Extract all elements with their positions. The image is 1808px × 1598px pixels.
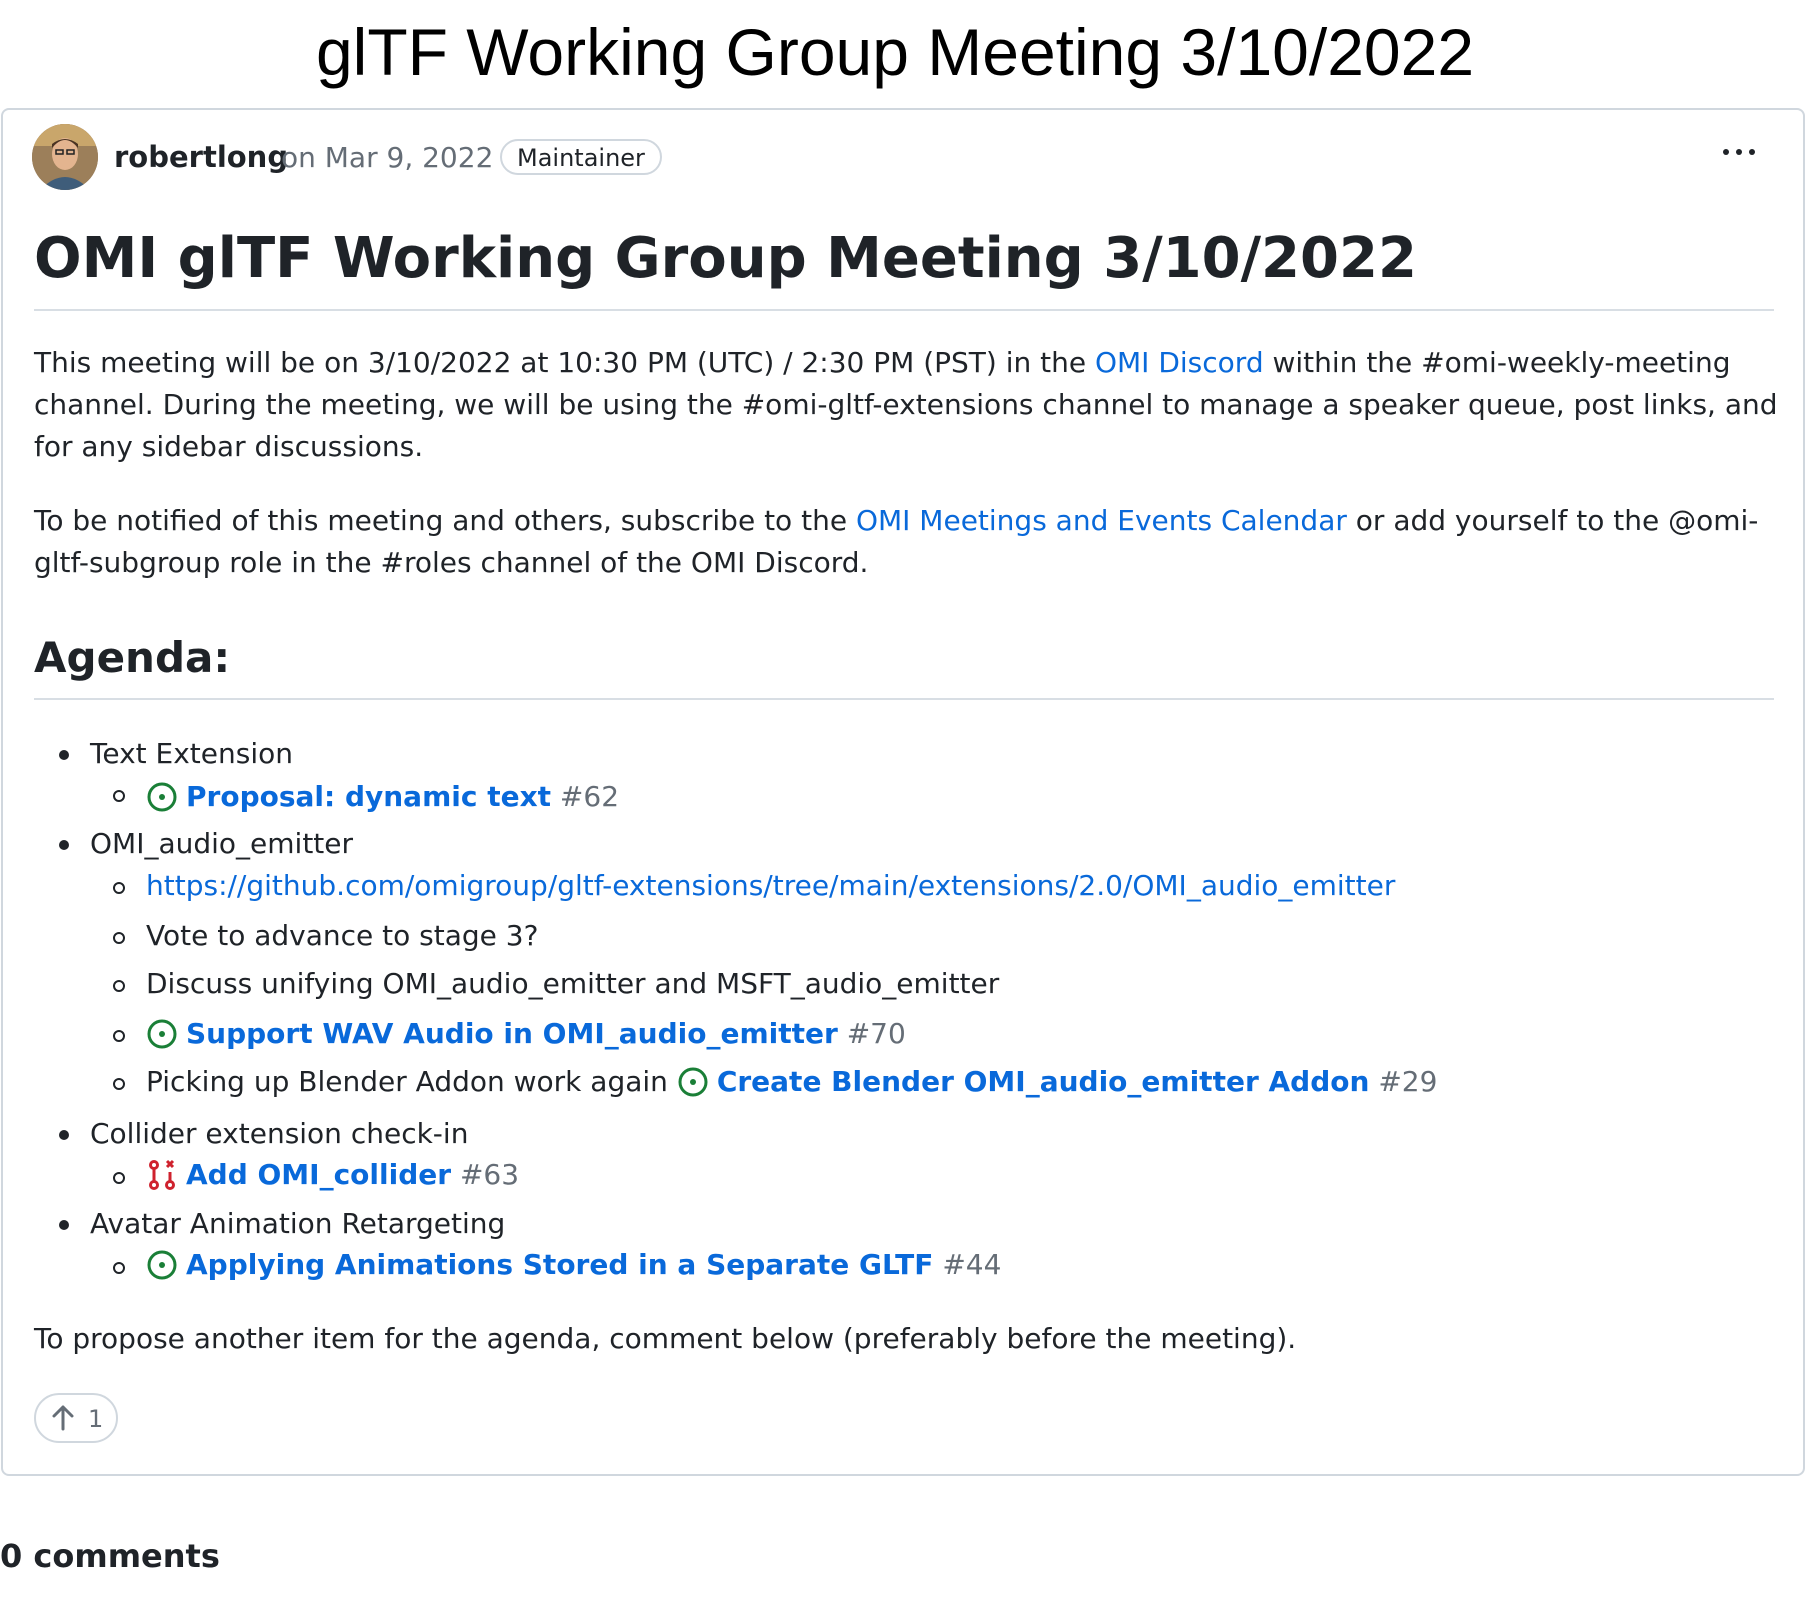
agenda-heading: Agenda:: [34, 633, 231, 682]
agenda-subitem: Vote to advance to stage 3?: [146, 919, 539, 952]
subscribe-paragraph: To be notified of this meeting and other…: [34, 504, 1759, 579]
issue-number: #62: [559, 780, 620, 813]
agenda-subitem: Proposal: dynamic text #62: [146, 777, 619, 824]
closing-paragraph: To propose another item for the agenda, …: [34, 1322, 1297, 1355]
pr-number: #63: [459, 1158, 520, 1191]
page-title: glTF Working Group Meeting 3/10/2022: [315, 15, 1475, 89]
arrow-up-icon: [50, 1404, 76, 1436]
agenda-subitem: Add OMI_collider #63: [146, 1155, 519, 1202]
post-date[interactable]: on Mar 9, 2022: [281, 141, 493, 174]
upvote-button[interactable]: 1: [34, 1393, 118, 1443]
calendar-link[interactable]: OMI Meetings and Events Calendar: [856, 504, 1347, 537]
pr-closed-icon: [146, 1159, 178, 1202]
issue-link[interactable]: Applying Animations Stored in a Separate…: [186, 1248, 933, 1281]
agenda-item-avatar: Avatar Animation Retargeting: [90, 1207, 506, 1240]
issue-link[interactable]: Proposal: dynamic text: [186, 780, 551, 813]
post-title: OMI glTF Working Group Meeting 3/10/2022: [34, 226, 1417, 291]
agenda-subitem: Picking up Blender Addon work again Crea…: [146, 1062, 1437, 1109]
agenda-subitem: Discuss unifying OMI_audio_emitter and M…: [146, 967, 1000, 1000]
upvote-count: 1: [88, 1405, 104, 1433]
issue-open-icon: [146, 781, 178, 824]
issue-number: #70: [846, 1017, 906, 1050]
kebab-menu-icon[interactable]: [1719, 132, 1759, 172]
comments-count: 0 comments: [0, 1537, 220, 1575]
issue-open-icon: [146, 1018, 178, 1061]
agenda-subitem: https://github.com/omigroup/gltf-extensi…: [146, 866, 1395, 906]
spec-url-link[interactable]: https://github.com/omigroup/gltf-extensi…: [146, 869, 1395, 902]
issue-open-icon: [677, 1066, 709, 1109]
agenda-item-audio-emitter: OMI_audio_emitter: [90, 827, 354, 860]
agenda-subitem: Applying Animations Stored in a Separate…: [146, 1245, 1001, 1292]
agenda-divider: [34, 698, 1774, 700]
title-divider: [34, 309, 1774, 311]
agenda-item-collider: Collider extension check-in: [90, 1117, 469, 1150]
issue-number: #29: [1378, 1065, 1438, 1098]
avatar[interactable]: [32, 124, 98, 190]
intro-paragraph: This meeting will be on 3/10/2022 at 10:…: [34, 346, 1778, 463]
issue-number: #44: [942, 1248, 1002, 1281]
agenda-item-text-extension: Text Extension: [90, 737, 293, 770]
omi-discord-link[interactable]: OMI Discord: [1095, 346, 1264, 379]
issue-open-icon: [146, 1249, 178, 1292]
pr-link[interactable]: Add OMI_collider: [186, 1158, 451, 1191]
agenda-subitem: Support WAV Audio in OMI_audio_emitter #…: [146, 1014, 906, 1061]
role-badge: Maintainer: [500, 139, 662, 175]
issue-link[interactable]: Create Blender OMI_audio_emitter Addon: [717, 1065, 1370, 1098]
issue-link[interactable]: Support WAV Audio in OMI_audio_emitter: [186, 1017, 838, 1050]
author-link[interactable]: robertlong: [114, 140, 288, 174]
